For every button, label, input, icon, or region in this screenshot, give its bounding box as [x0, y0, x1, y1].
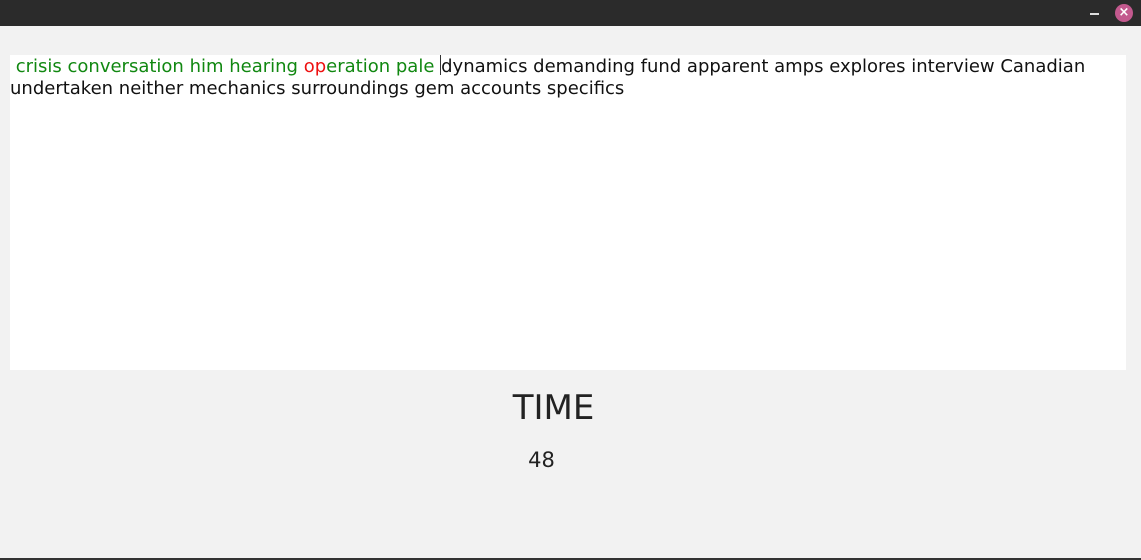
title-bar: × [0, 0, 1141, 26]
typing-text-area[interactable]: crisis conversation him hearing operatio… [10, 55, 1126, 370]
typed-wrong-text: op [303, 56, 327, 77]
typed-correct-text: crisis conversation him hearing [10, 56, 304, 77]
time-label: TIME [512, 388, 595, 428]
close-icon[interactable]: × [1115, 4, 1133, 22]
minimize-icon[interactable] [1090, 13, 1099, 15]
time-value: 48 [528, 448, 555, 472]
typed-correct-text: eration pale [326, 56, 441, 77]
